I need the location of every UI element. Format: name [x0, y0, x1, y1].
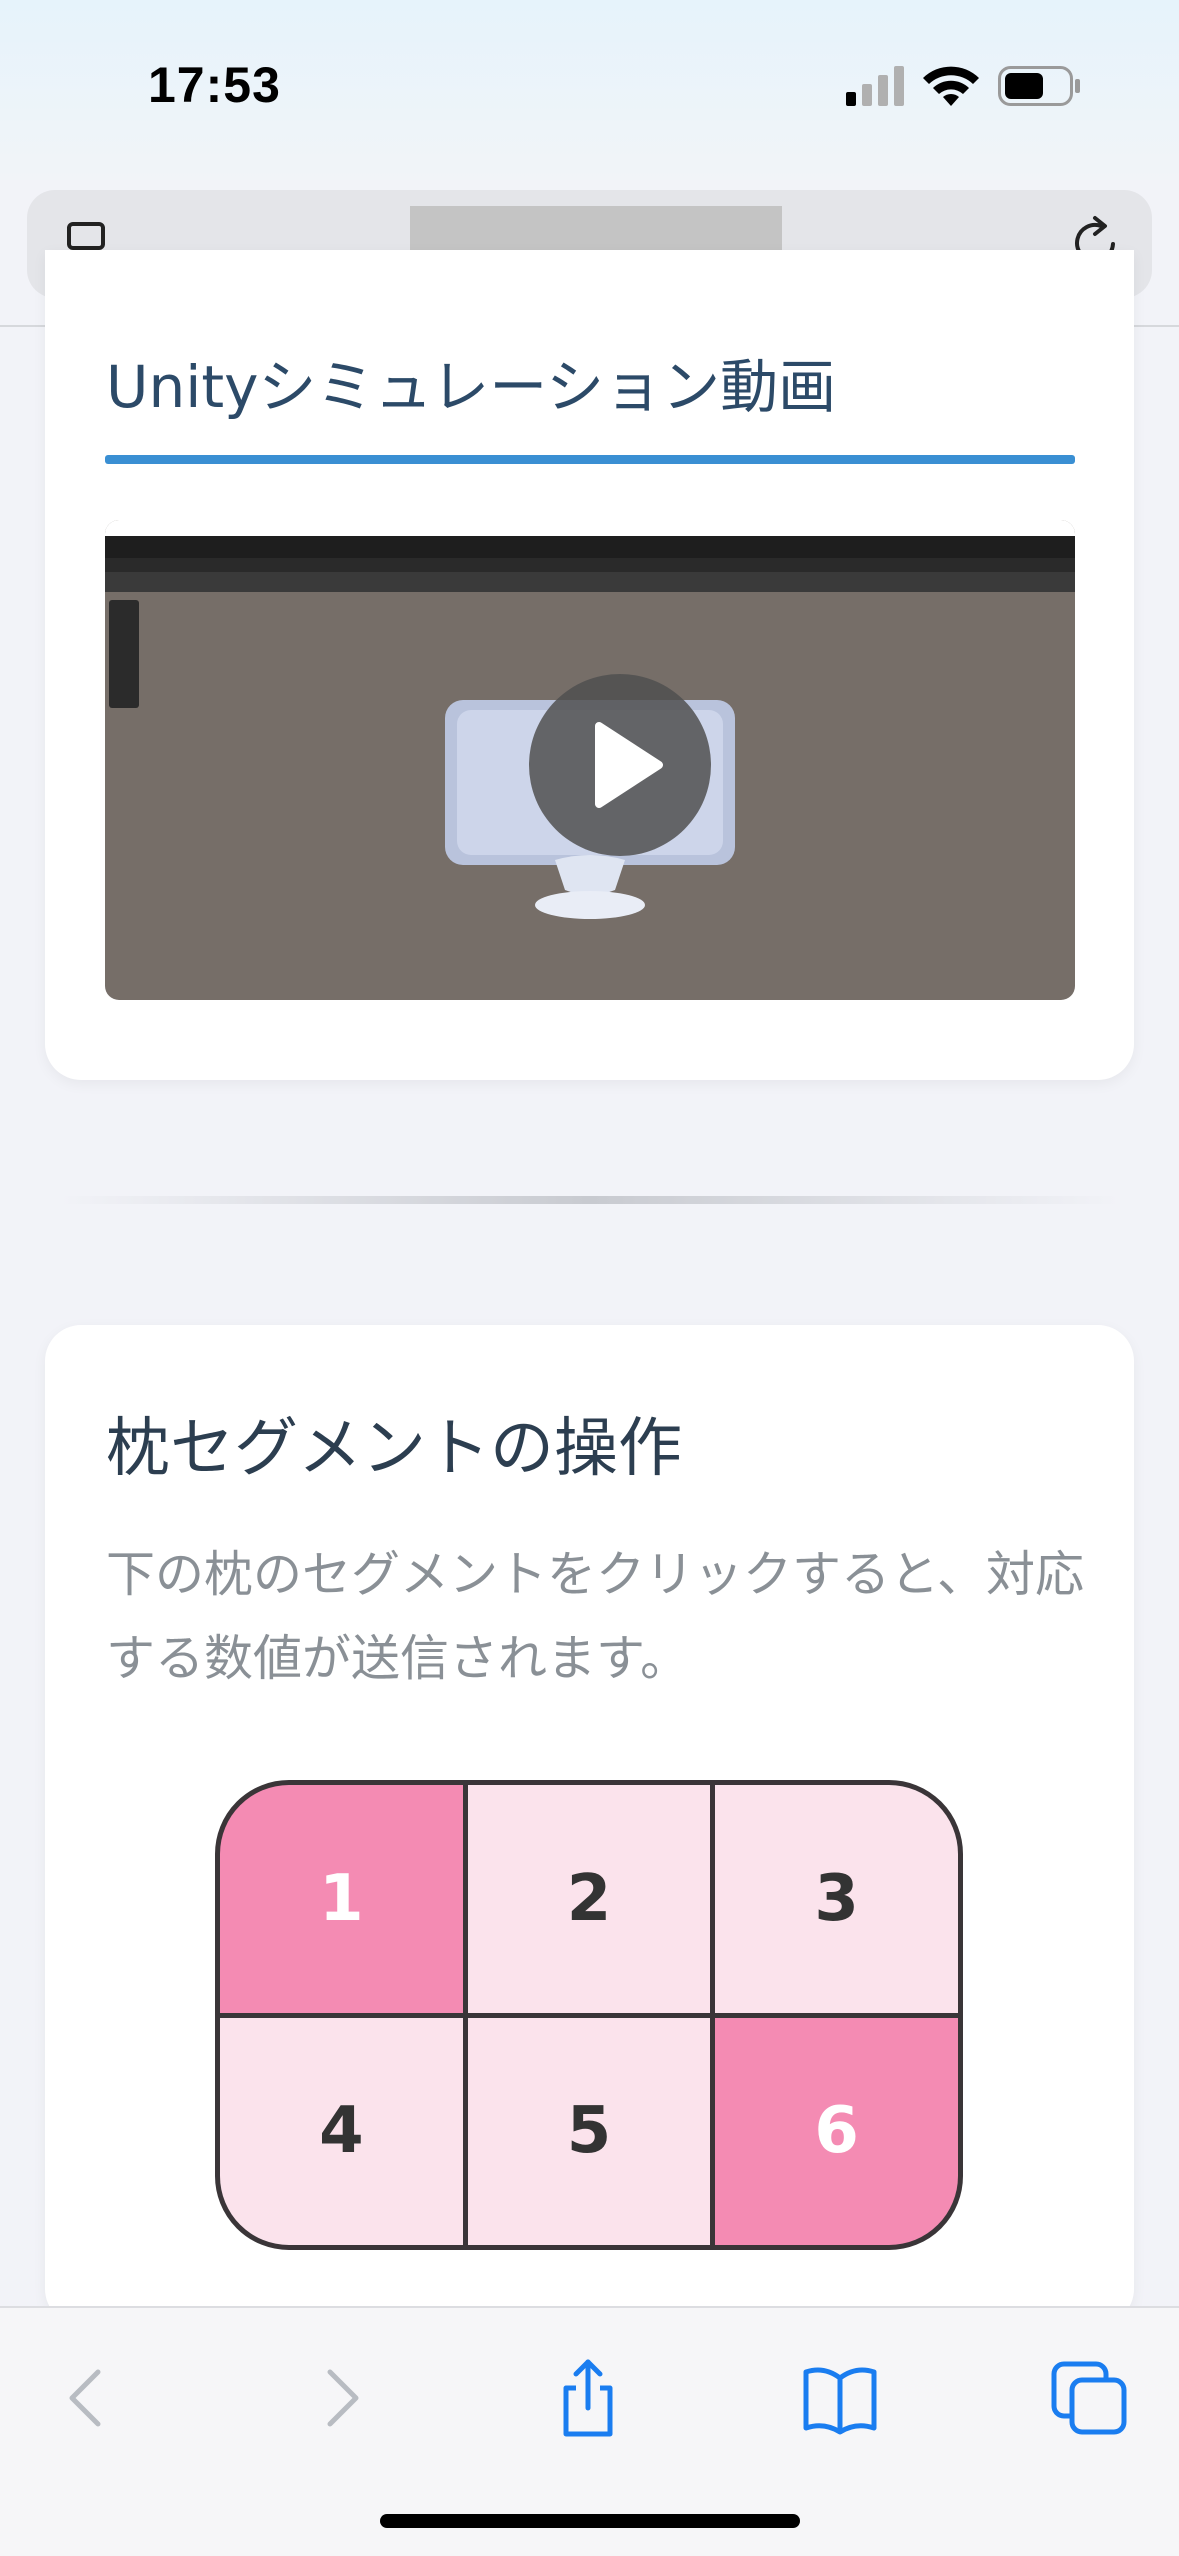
wifi-icon: [923, 66, 979, 106]
tabs-icon[interactable]: [1050, 2358, 1130, 2438]
unity-scene-toolbar: [105, 572, 1075, 592]
pillow-segment-grid: 1 2 3 4 5 6: [215, 1780, 963, 2250]
unity-tool-palette: [109, 600, 139, 708]
pillow-description: 下の枕のセグメントをクリックすると、対応する数値が送信されます。: [106, 1546, 1085, 1687]
pillow-segment-1[interactable]: 1: [220, 1785, 463, 2013]
pillow-segment-3[interactable]: 3: [715, 1785, 958, 2013]
video-card: Unityシミュレーション動画: [45, 250, 1134, 1080]
share-icon[interactable]: [548, 2358, 628, 2438]
back-icon[interactable]: [48, 2358, 128, 2438]
battery-icon: [998, 66, 1080, 106]
pillow-card: 枕セグメントの操作 下の枕のセグメントをクリックすると、対応する数値が送信されま…: [45, 1325, 1134, 2325]
title-underline: [105, 455, 1075, 464]
play-icon: [595, 722, 663, 808]
unity-tab-bar: [105, 558, 1075, 572]
video-section-title: Unityシミュレーション動画: [106, 353, 837, 421]
pillow-section-title: 枕セグメントの操作: [106, 1412, 682, 1486]
pillow-segment-6[interactable]: 6: [715, 2017, 958, 2245]
video-player[interactable]: [105, 520, 1075, 1000]
bookmarks-icon[interactable]: [800, 2358, 880, 2438]
play-button[interactable]: [529, 674, 711, 856]
status-time: 17:53: [148, 57, 281, 113]
section-divider: [60, 1196, 1120, 1204]
home-indicator: [380, 2514, 800, 2528]
pillow-segment-4[interactable]: 4: [220, 2017, 463, 2245]
status-bar: 17:53: [0, 0, 1179, 180]
unity-toolbar: [105, 536, 1075, 558]
pillow-segment-5[interactable]: 5: [467, 2017, 711, 2245]
unity-menu-bar: [105, 520, 1075, 536]
pillow-segment-2[interactable]: 2: [467, 1785, 711, 2013]
cellular-signal-icon: [846, 66, 904, 106]
forward-icon[interactable]: [300, 2358, 380, 2438]
